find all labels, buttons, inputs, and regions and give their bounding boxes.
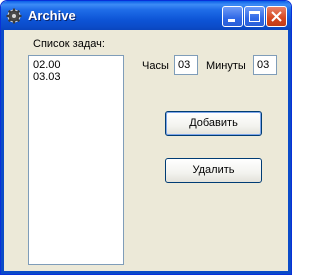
- minimize-icon: [228, 19, 235, 22]
- close-icon: [271, 11, 282, 22]
- list-item[interactable]: 03.03: [29, 71, 123, 83]
- window-frame-bottom: [1, 271, 291, 274]
- title-bar[interactable]: Archive: [1, 1, 291, 30]
- window-frame-left: [1, 30, 4, 274]
- task-list-label: Список задач:: [33, 38, 105, 50]
- window-title: Archive: [28, 8, 76, 23]
- maximize-icon: [249, 11, 260, 22]
- close-button[interactable]: [266, 6, 287, 27]
- gear-icon[interactable]: [6, 8, 22, 24]
- archive-window: Archive Список задач: 02.00 03.03 Часы 0…: [0, 0, 292, 275]
- hours-field[interactable]: [174, 55, 198, 75]
- minutes-field[interactable]: [253, 55, 277, 75]
- task-listbox[interactable]: 02.00 03.03: [28, 55, 124, 265]
- minimize-button[interactable]: [222, 6, 243, 27]
- remove-button[interactable]: Удалить: [165, 158, 262, 183]
- hours-label: Часы: [142, 60, 169, 72]
- window-frame-right: [288, 30, 291, 274]
- maximize-button[interactable]: [244, 6, 265, 27]
- list-item[interactable]: 02.00: [29, 59, 123, 71]
- add-button[interactable]: Добавить: [165, 111, 262, 136]
- minutes-label: Минуты: [206, 60, 246, 72]
